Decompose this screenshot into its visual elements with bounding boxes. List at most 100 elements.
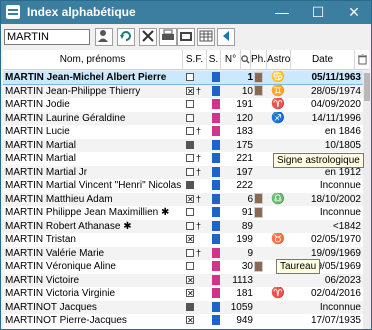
table-row[interactable]: MARTINOT Pierre-Jacques 949 17/07/1935	[3, 314, 363, 327]
family-status: †	[186, 220, 210, 233]
photo-cell	[254, 206, 266, 219]
person-number: 10	[241, 85, 253, 97]
table-row[interactable]: MARTIN Philippe Jean Maximillien ✱ 91 Inco…	[3, 206, 363, 219]
family-status: †	[186, 193, 210, 206]
person-name: MARTIN Tristan	[5, 234, 76, 245]
deceased-icon: †	[196, 126, 202, 136]
person-name: MARTIN Martial	[5, 153, 76, 164]
table-row[interactable]: MARTIN Martial Vincent "Henri" Nicolas 22…	[3, 179, 363, 192]
table-row[interactable]: MARTIN Valérie Marie † 9 19/09/1969	[3, 246, 363, 260]
table-row[interactable]: MARTIN Laurine Géraldine 120 ♐ 14/11/1996	[3, 111, 363, 125]
person-name: MARTIN Victoria Virginie	[5, 288, 116, 299]
photo-cell	[254, 112, 266, 125]
video-icon[interactable]	[177, 28, 195, 46]
person-number: 199	[236, 234, 253, 245]
table-row[interactable]: MARTIN Martial 175 10/1805	[3, 138, 363, 152]
person-number: 9	[247, 247, 253, 259]
family-status	[186, 112, 210, 125]
status-box	[186, 262, 194, 271]
back-icon[interactable]	[217, 28, 235, 46]
grid-icon[interactable]	[197, 28, 215, 46]
col-date[interactable]: Date naissance	[291, 50, 355, 85]
scrollbar-thumb[interactable]	[364, 73, 370, 101]
photo-cell	[254, 260, 266, 273]
status-box	[186, 167, 194, 176]
birth-date: 18/10/2002	[310, 193, 361, 205]
photo-cell	[254, 287, 266, 300]
family-status	[186, 274, 210, 287]
birth-date: 19/09/1969	[310, 247, 361, 259]
table-row[interactable]: MARTIN Matthieu Adam † 6 ♎ 18/10/2002	[3, 192, 363, 206]
person-name: MARTIN Laurine Géraldine	[5, 112, 126, 124]
table-row[interactable]: MARTIN Lucie † 183 en 1846	[3, 125, 363, 138]
person-number: 175	[236, 139, 253, 151]
birth-date: 14/11/1996	[311, 112, 361, 124]
table-row[interactable]: MARTINOT Jacques 1059 Inconnue	[3, 300, 363, 314]
person-name: MARTIN Martial Vincent "Henri" Nicolas	[5, 180, 181, 191]
person-name: MARTIN Jean-Philippe Thierry	[5, 85, 141, 97]
astro-sign-icon: ♊	[271, 84, 285, 97]
close-button[interactable]: ✕	[337, 1, 371, 24]
birth-date: <1842	[332, 220, 361, 232]
col-sex[interactable]: S.	[207, 50, 221, 70]
photo-thumbnail	[254, 71, 263, 83]
photo-cell	[254, 139, 266, 152]
photo-cell	[254, 71, 266, 84]
family-status: †	[186, 85, 210, 98]
delete-icon[interactable]	[355, 50, 369, 70]
col-name[interactable]: Nom, prénoms	[3, 50, 183, 70]
family-status	[186, 260, 210, 273]
status-box	[186, 113, 194, 122]
person-name: MARTIN Martial	[5, 139, 76, 151]
photo-cell	[254, 98, 266, 111]
deceased-icon: †	[196, 220, 202, 231]
col-sf[interactable]: S.F.	[183, 50, 207, 70]
photo-cell	[254, 166, 266, 179]
search-col-icon[interactable]	[241, 50, 251, 70]
table-row[interactable]: MARTIN Victoire 1113 06/2023	[3, 273, 363, 287]
status-box	[186, 233, 194, 246]
status-box	[186, 193, 194, 206]
person-search-icon[interactable]	[95, 28, 113, 46]
vertical-scrollbar[interactable]	[363, 71, 371, 329]
person-number: 91	[241, 207, 253, 218]
astro-sign-icon	[269, 139, 287, 152]
tools-icon[interactable]	[139, 28, 157, 46]
status-box	[186, 221, 194, 230]
family-status	[186, 139, 210, 152]
table-row[interactable]: MARTIN Jean-Philippe Thierry † 10 ♊ 28/05/19…	[3, 84, 363, 98]
photo-thumbnail	[254, 206, 263, 218]
birth-date: 10/1805	[324, 139, 361, 151]
person-name: MARTINOT Jacques	[5, 301, 97, 313]
person-name: MARTINOT Pierre-Jacques	[5, 315, 127, 326]
person-name: MARTIN Robert Athanase ✱	[5, 220, 132, 232]
col-photo[interactable]: Ph.	[251, 50, 267, 70]
maximize-button[interactable]: ☐	[301, 1, 335, 24]
search-input[interactable]: MARTIN	[4, 29, 90, 45]
astro-sign-icon: ♉	[271, 233, 285, 245]
col-num[interactable]: N°	[221, 50, 241, 70]
astro-sign-icon: ♋	[271, 71, 285, 83]
family-status: †	[186, 152, 210, 165]
table-row[interactable]: MARTIN Robert Athanase ✱ † 89 <1842	[3, 219, 363, 233]
person-name: MARTIN Véronique Aline	[5, 261, 116, 272]
table-row[interactable]: MARTIN Tristan 199 ♉ 02/05/1970	[3, 233, 363, 246]
person-number: 30	[241, 261, 253, 272]
col-astro[interactable]: Astro	[267, 50, 291, 70]
table-row[interactable]: MARTIN Jean-Michel Albert Pierre 1 ♋ 05/11/…	[3, 71, 363, 85]
birth-date: 28/05/1974	[310, 85, 361, 97]
deceased-icon: †	[196, 247, 202, 258]
astro-sign-icon: ♐	[271, 111, 285, 124]
person-number: 197	[236, 166, 253, 178]
person-number: 181	[236, 288, 253, 299]
print-icon[interactable]	[159, 28, 177, 46]
person-name: MARTIN Victoire	[5, 274, 80, 286]
birth-date: 06/2023	[324, 274, 361, 286]
status-box	[186, 208, 194, 217]
refresh-icon[interactable]	[117, 28, 135, 46]
birth-date: 05/11/1963	[311, 72, 362, 83]
table-row[interactable]: MARTIN Jodie 191 ♈ 04/09/2020	[3, 98, 363, 111]
minimize-button[interactable]: —	[265, 1, 299, 24]
astro-sign-icon: ♎	[271, 192, 285, 205]
table-row[interactable]: MARTIN Victoria Virginie 181 ♈ 02/04/2016	[3, 287, 363, 300]
